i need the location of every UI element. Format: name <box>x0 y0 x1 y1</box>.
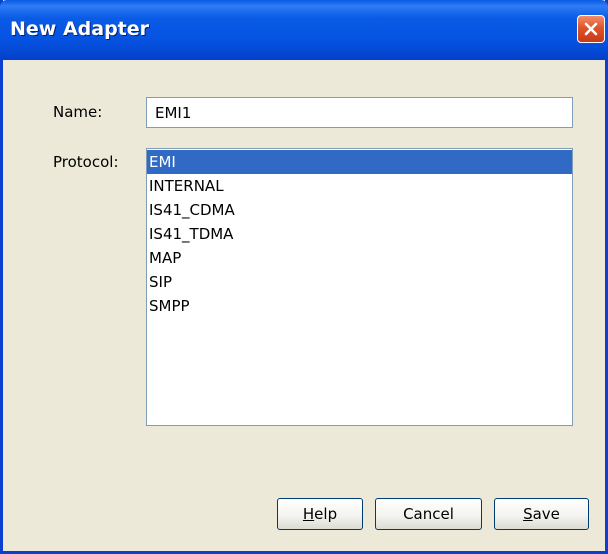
window-title: New Adapter <box>10 18 150 40</box>
save-label-rest: ave <box>532 505 560 523</box>
protocol-option-is41-cdma[interactable]: IS41_CDMA <box>147 198 572 222</box>
new-adapter-dialog: New Adapter Name: Protocol: EMIINTERNALI… <box>0 0 608 554</box>
name-label: Name: <box>53 103 103 121</box>
help-label-rest: elp <box>314 505 338 523</box>
protocol-option-map[interactable]: MAP <box>147 246 572 270</box>
protocol-option-smpp[interactable]: SMPP <box>147 294 572 318</box>
save-mnemonic: S <box>523 505 533 523</box>
save-button[interactable]: Save <box>494 498 589 530</box>
protocol-option-emi[interactable]: EMI <box>147 150 572 174</box>
name-input[interactable] <box>146 97 573 128</box>
cancel-label: Cancel <box>403 505 454 523</box>
cancel-button[interactable]: Cancel <box>375 498 482 530</box>
help-button[interactable]: Help <box>277 498 363 530</box>
close-icon <box>584 22 598 36</box>
close-button[interactable] <box>577 15 605 43</box>
protocol-option-internal[interactable]: INTERNAL <box>147 174 572 198</box>
title-bar[interactable]: New Adapter <box>0 0 608 60</box>
help-mnemonic: H <box>302 505 315 523</box>
protocol-option-is41-tdma[interactable]: IS41_TDMA <box>147 222 572 246</box>
protocol-option-sip[interactable]: SIP <box>147 270 572 294</box>
protocol-listbox[interactable]: EMI INTERNAL IS41_CDMA IS41_TDMA MAP SIP SMPP <box>146 148 573 426</box>
protocol-label: Protocol: <box>53 153 119 171</box>
